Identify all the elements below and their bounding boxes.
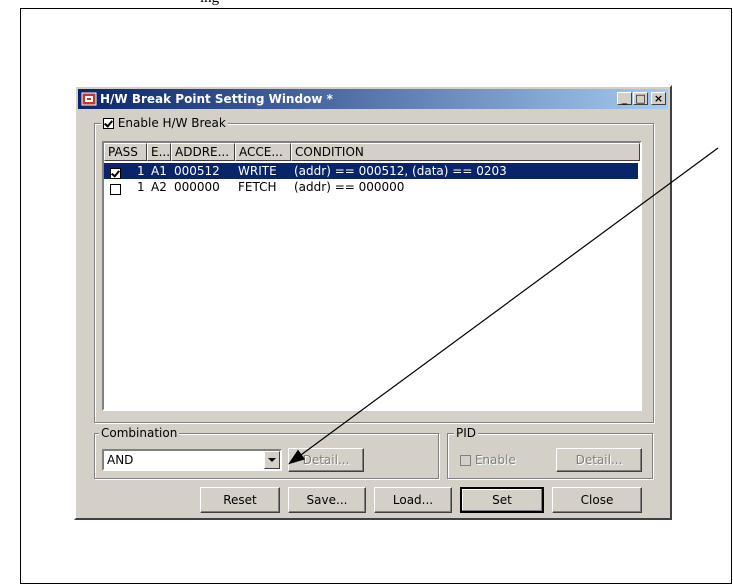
combination-detail-button[interactable]: Detail...: [288, 448, 364, 472]
combination-value: AND: [107, 453, 134, 467]
cell-access: FETCH: [238, 180, 277, 194]
break-point-list[interactable]: PASS E... ADDRE... ACCE... CONDITION 1 A…: [102, 141, 642, 411]
enable-hw-break-label-wrap[interactable]: Enable H/W Break: [101, 116, 228, 130]
combination-select[interactable]: AND: [102, 449, 282, 471]
cell-address: 000512: [174, 164, 220, 178]
row-enable-checkbox[interactable]: [110, 184, 121, 195]
pid-enable-checkbox[interactable]: [460, 455, 471, 466]
load-button[interactable]: Load...: [374, 487, 452, 513]
save-button[interactable]: Save...: [288, 487, 366, 513]
minimize-icon: _: [621, 92, 628, 105]
maximize-button[interactable]: □: [633, 92, 648, 105]
pid-label: PID: [454, 426, 479, 440]
table-row[interactable]: 1 A1 000512 WRITE (addr) == 000512, (dat…: [104, 163, 638, 179]
close-icon: ×: [653, 92, 664, 105]
column-header-access[interactable]: ACCE...: [235, 143, 291, 161]
close-button[interactable]: Close: [552, 487, 642, 513]
combination-label: Combination: [99, 426, 180, 440]
window-title: H/W Break Point Setting Window *: [100, 92, 333, 106]
maximize-icon: □: [635, 92, 646, 105]
pid-enable-wrap[interactable]: Enable: [460, 453, 516, 467]
hw-break-point-window: H/W Break Point Setting Window * _ □ × E…: [74, 85, 672, 520]
set-button[interactable]: Set: [460, 487, 544, 513]
column-header-condition[interactable]: CONDITION: [291, 143, 640, 161]
pid-enable-label: Enable: [474, 453, 516, 467]
cell-pass: 1: [137, 164, 145, 178]
cell-condition: (addr) == 000000: [294, 180, 405, 194]
cell-event: A1: [151, 164, 167, 178]
cell-access: WRITE: [238, 164, 277, 178]
column-header-pass[interactable]: PASS: [104, 143, 147, 161]
top-caption-text: ing: [200, 0, 220, 7]
reset-button[interactable]: Reset: [200, 487, 280, 513]
minimize-button[interactable]: _: [617, 92, 632, 105]
cell-pass: 1: [137, 180, 145, 194]
enable-hw-break-checkbox[interactable]: [103, 118, 114, 129]
row-enable-checkbox[interactable]: [110, 168, 121, 179]
app-icon: [81, 92, 97, 106]
chevron-down-icon[interactable]: [264, 451, 280, 469]
enable-hw-break-label: Enable H/W Break: [117, 116, 226, 130]
cell-condition: (addr) == 000512, (data) == 0203: [294, 164, 507, 178]
cell-event: A2: [151, 180, 167, 194]
cell-address: 000000: [174, 180, 220, 194]
table-row[interactable]: 1 A2 000000 FETCH (addr) == 000000: [104, 179, 638, 195]
close-window-button[interactable]: ×: [651, 92, 666, 105]
column-header-event[interactable]: E...: [147, 143, 171, 161]
window-titlebar[interactable]: H/W Break Point Setting Window * _ □ ×: [78, 89, 668, 109]
column-header-address[interactable]: ADDRE...: [171, 143, 235, 161]
pid-detail-button[interactable]: Detail...: [556, 448, 642, 472]
